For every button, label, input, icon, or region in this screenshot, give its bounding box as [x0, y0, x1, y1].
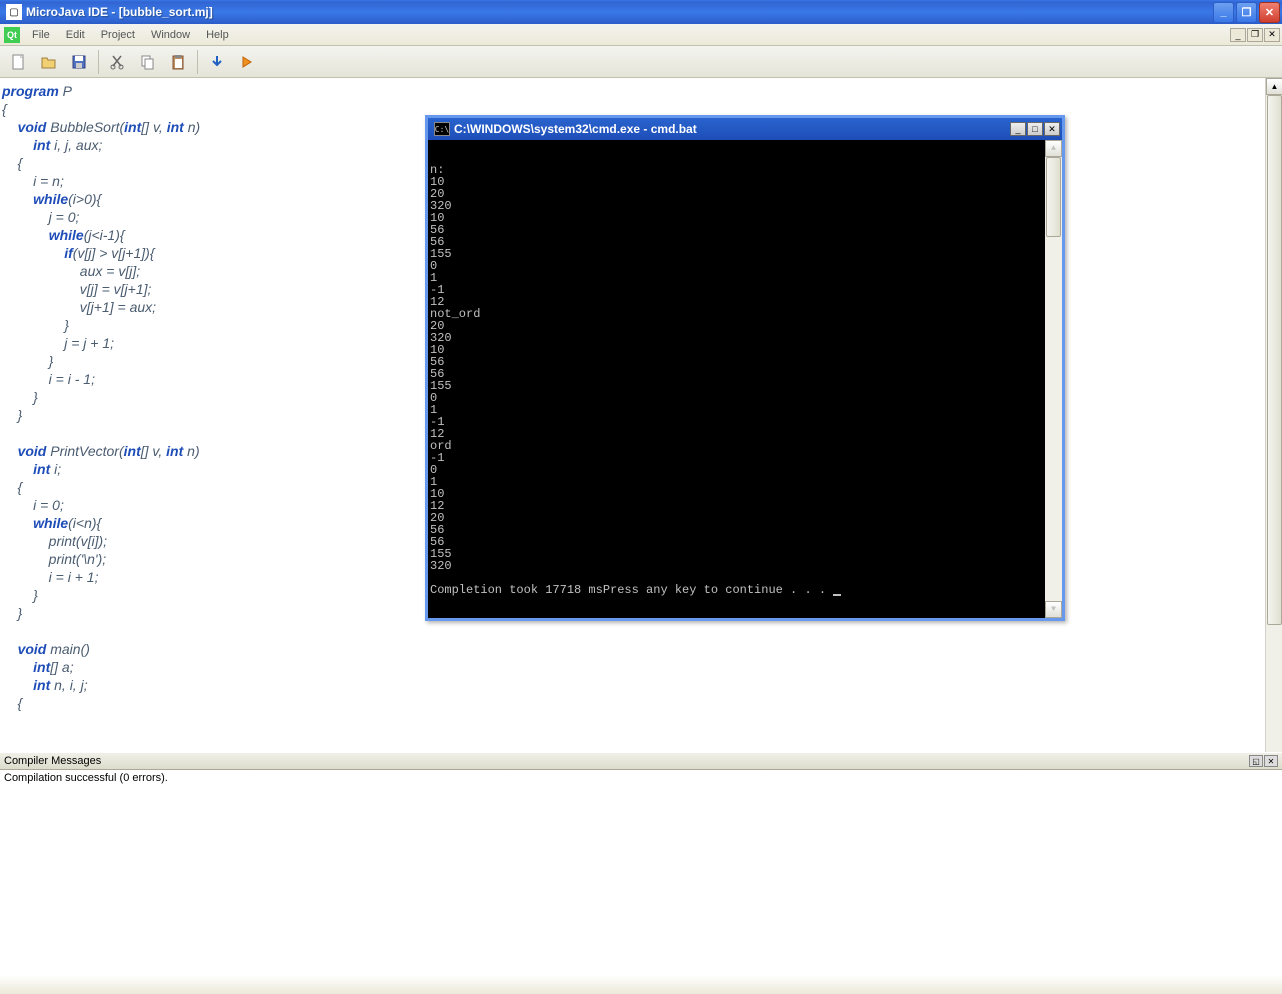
save-button[interactable] — [66, 49, 92, 75]
scroll-thumb[interactable] — [1267, 95, 1282, 625]
statusbar — [0, 974, 1282, 994]
titlebar-buttons: _ ❐ ✕ — [1213, 2, 1280, 23]
compiler-panel: Compiler Messages ◱ ✕ Compilation succes… — [0, 752, 1282, 974]
mdi-close-button[interactable]: ✕ — [1264, 28, 1280, 42]
menu-help[interactable]: Help — [198, 27, 237, 43]
menu-window[interactable]: Window — [143, 27, 198, 43]
compiler-message: Compilation successful (0 errors). — [4, 772, 168, 784]
toolbar-separator — [197, 50, 198, 74]
paste-button[interactable] — [165, 49, 191, 75]
cmd-scroll-down-button[interactable]: ▼ — [1045, 601, 1062, 618]
close-button[interactable]: ✕ — [1259, 2, 1280, 23]
scroll-up-button[interactable]: ▲ — [1266, 78, 1282, 95]
cmd-scroll-up-button[interactable]: ▲ — [1045, 140, 1062, 157]
maximize-button[interactable]: ❐ — [1236, 2, 1257, 23]
compiler-title: Compiler Messages — [4, 755, 1249, 767]
open-button[interactable] — [36, 49, 62, 75]
app-icon: ▢ — [6, 4, 22, 20]
copy-button[interactable] — [135, 49, 161, 75]
compiler-body[interactable]: Compilation successful (0 errors). — [0, 770, 1282, 974]
compiler-close-button[interactable]: ✕ — [1264, 755, 1278, 767]
new-button[interactable] — [6, 49, 32, 75]
cut-button[interactable] — [105, 49, 131, 75]
cmd-scrollbar[interactable]: ▲ ▼ — [1045, 140, 1062, 618]
compiler-header-buttons: ◱ ✕ — [1249, 755, 1278, 767]
cmd-close-button[interactable]: ✕ — [1044, 122, 1060, 136]
menu-edit[interactable]: Edit — [58, 27, 93, 43]
menu-project[interactable]: Project — [93, 27, 143, 43]
cmd-scroll-thumb[interactable] — [1046, 157, 1061, 237]
cmd-minimize-button[interactable]: _ — [1010, 122, 1026, 136]
mdi-restore-button[interactable]: ❐ — [1247, 28, 1263, 42]
cmd-icon: C:\ — [434, 122, 450, 136]
compiler-float-button[interactable]: ◱ — [1249, 755, 1263, 767]
mdi-controls: _ ❐ ✕ — [1230, 28, 1280, 42]
menu-file[interactable]: File — [24, 27, 58, 43]
window-title: MicroJava IDE - [bubble_sort.mj] — [26, 5, 1213, 19]
cmd-output: n:102032010565615501-112not_ord203201056… — [430, 164, 1060, 596]
qt-icon: Qt — [4, 27, 20, 43]
compile-button[interactable] — [204, 49, 230, 75]
toolbar-separator — [98, 50, 99, 74]
run-button[interactable] — [234, 49, 260, 75]
cmd-window: C:\ C:\WINDOWS\system32\cmd.exe - cmd.ba… — [425, 115, 1065, 621]
toolbar — [0, 46, 1282, 78]
cmd-content[interactable]: n:102032010565615501-112not_ord203201056… — [428, 140, 1062, 618]
menubar: Qt File Edit Project Window Help _ ❐ ✕ — [0, 24, 1282, 46]
titlebar: ▢ MicroJava IDE - [bubble_sort.mj] _ ❐ ✕ — [0, 0, 1282, 24]
cmd-title: C:\WINDOWS\system32\cmd.exe - cmd.bat — [454, 122, 1010, 136]
cmd-maximize-button[interactable]: □ — [1027, 122, 1043, 136]
minimize-button[interactable]: _ — [1213, 2, 1234, 23]
mdi-minimize-button[interactable]: _ — [1230, 28, 1246, 42]
cmd-titlebar-buttons: _ □ ✕ — [1010, 122, 1060, 136]
compiler-header: Compiler Messages ◱ ✕ — [0, 752, 1282, 770]
cmd-titlebar[interactable]: C:\ C:\WINDOWS\system32\cmd.exe - cmd.ba… — [428, 118, 1062, 140]
